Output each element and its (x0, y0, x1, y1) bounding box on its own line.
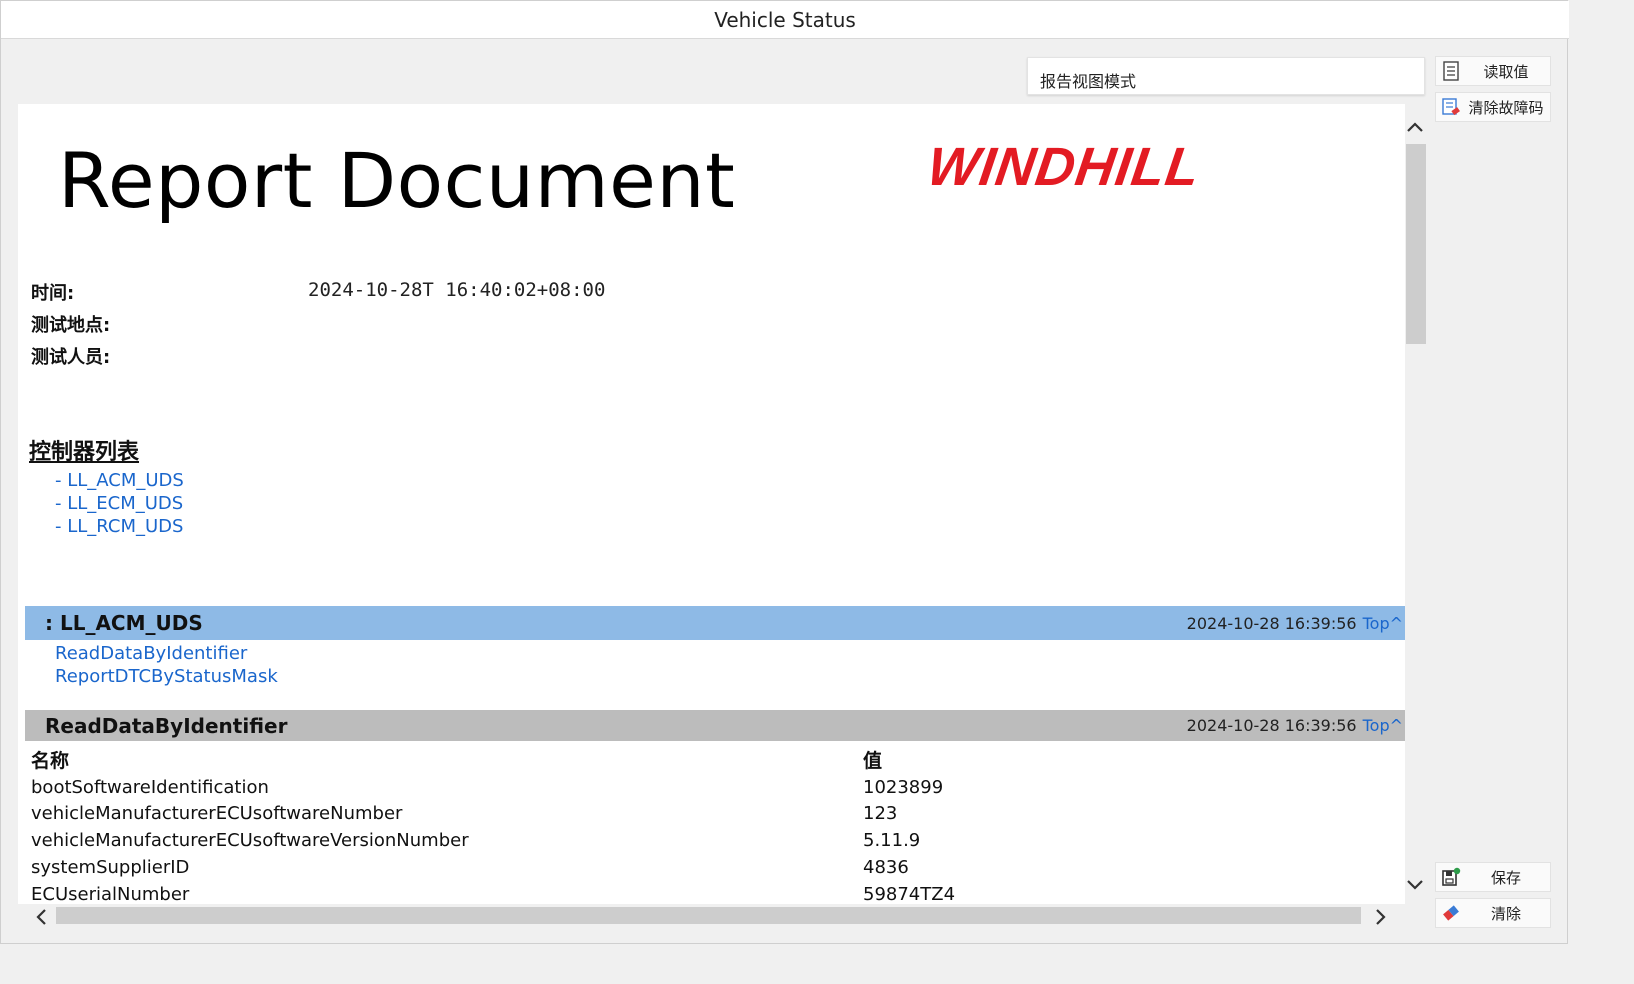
row-value: 123 (863, 803, 898, 824)
clear-dtc-button[interactable]: 清除故障码 (1435, 92, 1551, 122)
scroll-right-icon[interactable] (1374, 907, 1388, 931)
window-title: Vehicle Status (1, 1, 1569, 39)
row-name: vehicleManufacturerECUsoftwareVersionNum… (31, 830, 469, 851)
clear-dtc-icon (1440, 96, 1462, 118)
rdbi-section-header: ReadDataByIdentifier 2024-10-28 16:39:56… (25, 710, 1405, 741)
ecu-section-date: 2024-10-28 16:39:56 (1186, 613, 1357, 633)
rdbi-section-title: ReadDataByIdentifier (45, 713, 288, 738)
time-label: 时间: (31, 283, 75, 304)
ecu-section-title: : LL_ACM_UDS (45, 611, 203, 635)
row-name: bootSoftwareIdentification (31, 777, 269, 798)
row-value: 4836 (863, 857, 909, 878)
clear-dtc-label: 清除故障码 (1468, 98, 1544, 117)
read-values-label: 读取值 (1483, 62, 1529, 81)
rdbi-section-date: 2024-10-28 16:39:56 (1186, 716, 1357, 735)
scroll-down-icon[interactable] (1406, 873, 1424, 897)
document-icon (1440, 60, 1462, 82)
row-name: systemSupplierID (31, 857, 190, 878)
controller-link-ecm[interactable]: - LL_ECM_UDS (55, 493, 183, 514)
controller-link-rcm[interactable]: - LL_RCM_UDS (55, 516, 183, 537)
scroll-up-icon[interactable] (1406, 115, 1424, 139)
view-mode-select[interactable]: 报告视图模式 (1027, 57, 1425, 95)
tester-label: 测试人员: (31, 347, 111, 368)
save-label: 保存 (1490, 868, 1521, 887)
read-values-button[interactable]: 读取值 (1435, 56, 1551, 86)
column-header-name: 名称 (31, 750, 70, 772)
service-link-dtc[interactable]: ReportDTCByStatusMask (55, 666, 278, 687)
ecu-section-header: : LL_ACM_UDS 2024-10-28 16:39:56 Top^ (25, 606, 1405, 640)
clear-label: 清除 (1490, 904, 1521, 923)
vertical-scroll-thumb[interactable] (1406, 144, 1426, 344)
controller-link-acm[interactable]: - LL_ACM_UDS (55, 470, 184, 491)
windhill-logo: WINDHILL (923, 137, 1205, 197)
report-title: Report Document (58, 136, 736, 225)
clear-button[interactable]: 清除 (1435, 898, 1551, 928)
save-button[interactable]: 保存 (1435, 862, 1551, 892)
column-header-value: 值 (863, 750, 883, 772)
horizontal-scroll-thumb[interactable] (56, 907, 1361, 924)
service-link-rdbi[interactable]: ReadDataByIdentifier (55, 643, 247, 664)
vehicle-status-window: Vehicle Status 报告视图模式 读取值 清除故障码 Report D… (0, 0, 1569, 944)
row-value: 5.11.9 (863, 830, 921, 851)
report-view: Report Document WINDHILL 时间: 2024-10-28T… (18, 104, 1405, 904)
row-name: vehicleManufacturerECUsoftwareNumber (31, 803, 403, 824)
save-icon (1440, 866, 1462, 888)
eraser-icon (1440, 902, 1462, 924)
row-value: 59874TZ4 (863, 884, 956, 904)
location-label: 测试地点: (31, 315, 111, 336)
row-name: ECUserialNumber (31, 884, 190, 904)
row-value: 1023899 (863, 777, 944, 798)
rdbi-top-link[interactable]: Top^ (1363, 716, 1405, 735)
scroll-left-icon[interactable] (34, 907, 48, 931)
ecu-top-link[interactable]: Top^ (1363, 614, 1405, 633)
time-value: 2024-10-28T 16:40:02+08:00 (308, 279, 606, 301)
controller-list-heading: 控制器列表 (29, 440, 140, 465)
